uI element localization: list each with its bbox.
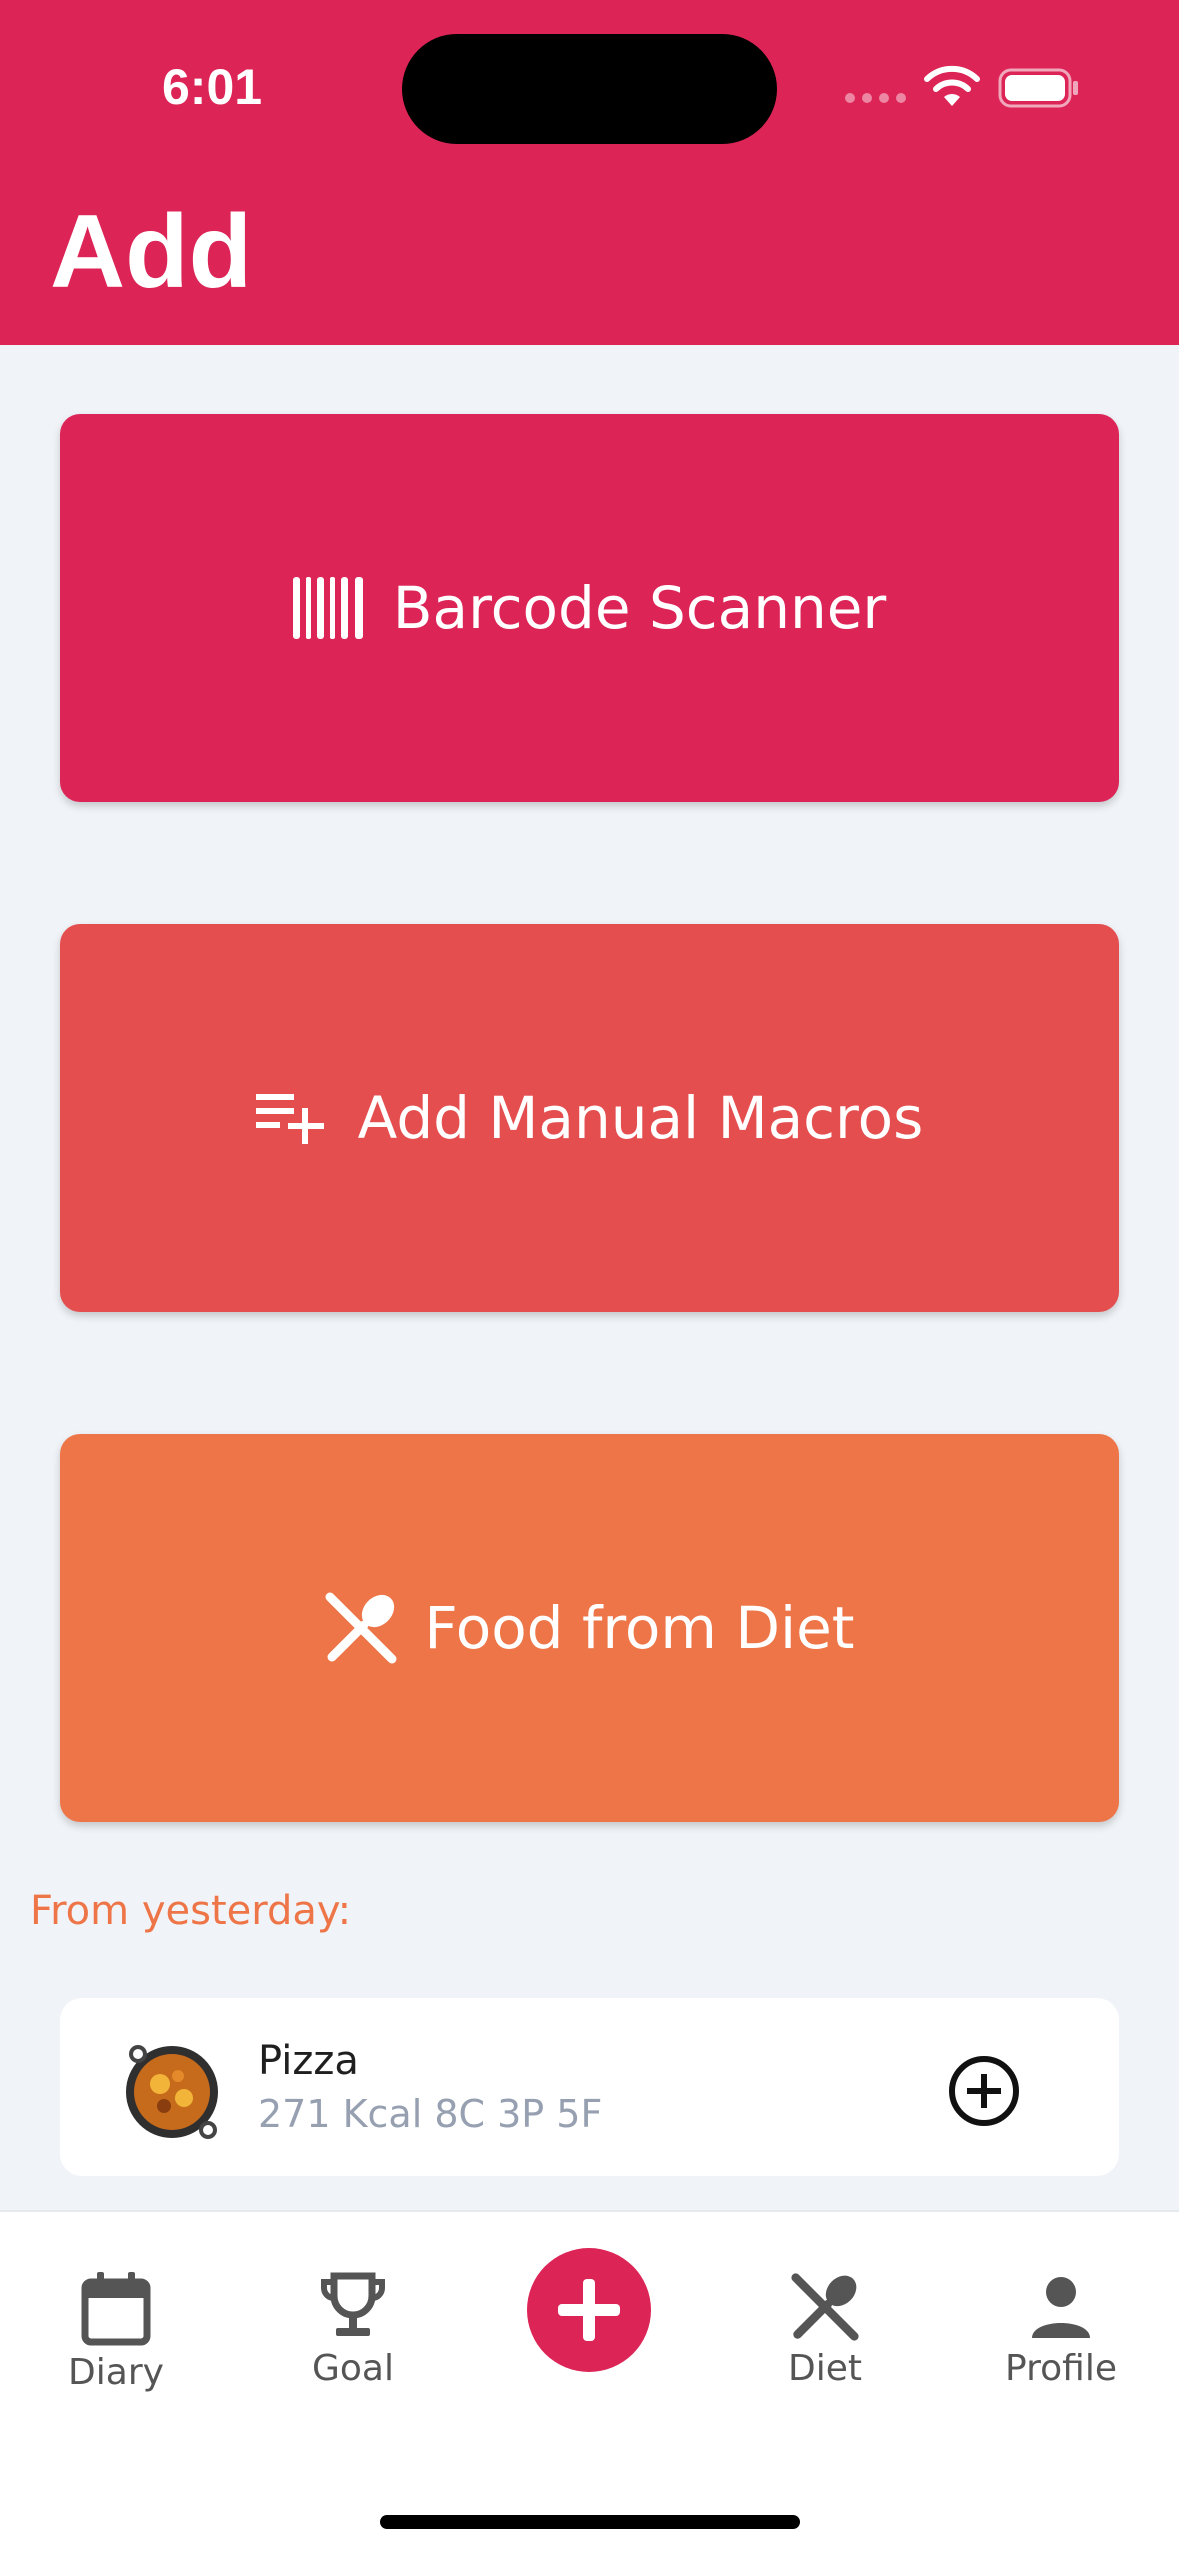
tab-diary[interactable]: Diary bbox=[21, 2272, 211, 2393]
tab-diet[interactable]: Diet bbox=[730, 2272, 920, 2389]
add-manual-macros-label: Add Manual Macros bbox=[357, 1084, 924, 1152]
tab-goal[interactable]: Goal bbox=[258, 2272, 448, 2389]
add-circle-icon[interactable] bbox=[947, 2054, 1021, 2128]
section-heading-yesterday: From yesterday: bbox=[30, 1888, 352, 1934]
tab-goal-label: Goal bbox=[312, 2348, 394, 2389]
barcode-icon bbox=[292, 577, 363, 639]
tab-profile-label: Profile bbox=[1005, 2348, 1117, 2389]
food-from-diet-button[interactable]: Food from Diet bbox=[60, 1434, 1119, 1822]
app-header: 6:01 Add bbox=[0, 0, 1179, 345]
utensils-icon bbox=[791, 2273, 859, 2341]
food-pan-icon bbox=[126, 2045, 218, 2139]
page-title: Add bbox=[50, 194, 253, 310]
person-icon bbox=[1032, 2277, 1090, 2338]
dynamic-island bbox=[402, 34, 777, 144]
add-manual-macros-button[interactable]: Add Manual Macros bbox=[60, 924, 1119, 1312]
trophy-icon bbox=[321, 2272, 385, 2336]
bottom-tab-bar: Diary Goal Diet Profile bbox=[0, 2210, 1179, 2556]
plus-icon bbox=[558, 2279, 620, 2341]
wifi-icon bbox=[924, 65, 980, 106]
utensils-icon bbox=[325, 1592, 397, 1664]
home-indicator bbox=[380, 2515, 800, 2529]
tab-diary-label: Diary bbox=[68, 2352, 164, 2393]
food-macros: 271 Kcal 8C 3P 5F bbox=[258, 2092, 603, 2136]
tab-diet-label: Diet bbox=[788, 2348, 862, 2389]
food-name: Pizza bbox=[258, 2038, 359, 2084]
tab-profile[interactable]: Profile bbox=[966, 2272, 1156, 2389]
add-fab-button[interactable] bbox=[527, 2248, 651, 2372]
cellular-signal-icon bbox=[845, 93, 906, 103]
food-from-diet-label: Food from Diet bbox=[424, 1594, 855, 1662]
battery-icon bbox=[998, 68, 1078, 108]
calendar-icon bbox=[81, 2272, 151, 2346]
playlist-add-icon bbox=[255, 1094, 324, 1144]
barcode-scanner-label: Barcode Scanner bbox=[392, 574, 887, 642]
recent-food-item[interactable]: Pizza 271 Kcal 8C 3P 5F bbox=[60, 1998, 1119, 2176]
status-time: 6:01 bbox=[162, 59, 263, 115]
barcode-scanner-button[interactable]: Barcode Scanner bbox=[60, 414, 1119, 802]
